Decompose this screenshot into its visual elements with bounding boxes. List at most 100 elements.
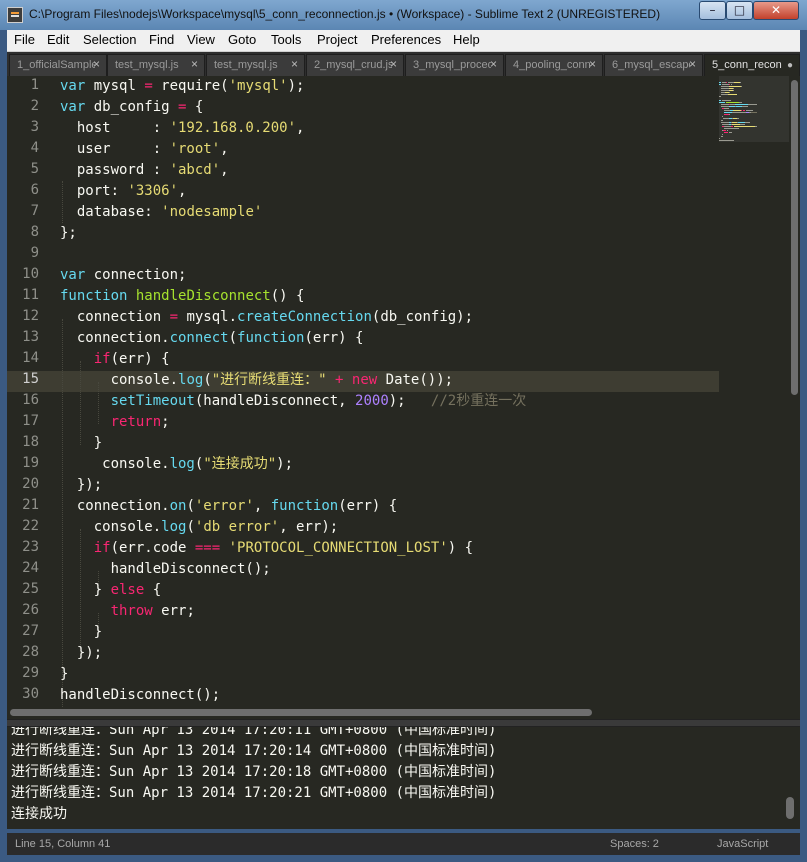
minimap-line	[720, 88, 729, 89]
title-bar[interactable]: C:\Program Files\nodejs\Workspace\mysql\…	[0, 0, 807, 30]
minimap-line	[719, 138, 720, 139]
minimap-line	[729, 92, 731, 93]
menu-selection[interactable]: Selection	[83, 32, 136, 47]
code-line: };	[60, 223, 77, 244]
code-token: log	[178, 372, 204, 388]
menu-project[interactable]: Project	[317, 32, 357, 47]
minimap-line	[733, 90, 735, 91]
tab-close-icon[interactable]: ×	[390, 57, 397, 71]
minimap[interactable]	[719, 82, 783, 142]
menu-preferences[interactable]: Preferences	[371, 32, 441, 47]
vertical-scrollbar-thumb[interactable]	[791, 80, 798, 395]
code-token: var	[60, 267, 86, 283]
code-token: }	[60, 666, 69, 682]
code-token: (db_config);	[371, 309, 474, 325]
code-area[interactable]: var mysql = require('mysql'); var db_conf…	[60, 76, 720, 719]
code-token: var	[60, 99, 86, 115]
code-editor[interactable]: 1 2 3 4 5 6 7 8 9 10 11 12 13 14 15 16 17 18 19 20 21 22 23 24 2…	[7, 76, 800, 719]
output-console[interactable]: 进行断线重连：Sun Apr 13 2014 17:20:11 GMT+0800…	[7, 727, 800, 829]
tab-1-officialsample[interactable]: 1_officialSample.js ×	[9, 54, 107, 76]
tab-close-icon[interactable]: ×	[291, 57, 298, 71]
code-line: return;	[60, 412, 170, 433]
tab-test-mysql[interactable]: test_mysql.js ×	[107, 54, 205, 76]
sublime-app-icon[interactable]	[7, 7, 23, 23]
line-number: 22	[22, 518, 39, 534]
minimap-line	[751, 112, 758, 113]
tab-6-mysql-escape[interactable]: 6_mysql_escape.js ×	[604, 54, 703, 76]
panel-splitter[interactable]	[7, 719, 800, 727]
minimap-line	[719, 140, 735, 141]
line-number: 5	[30, 161, 39, 177]
tab-2-mysql-crud[interactable]: 2_mysql_crud.js ×	[306, 54, 404, 76]
line-number: 4	[30, 140, 39, 156]
horizontal-scrollbar-thumb[interactable]	[10, 709, 592, 716]
maximize-button[interactable]: □	[726, 1, 753, 20]
tab-close-icon[interactable]: ×	[490, 57, 497, 71]
tab-test-mysql-2[interactable]: test_mysql.js ×	[206, 54, 305, 76]
minimap-line	[728, 132, 732, 133]
minimap-line	[727, 130, 728, 131]
menu-find[interactable]: Find	[149, 32, 174, 47]
code-token: {	[186, 99, 204, 115]
tab-close-icon[interactable]: ×	[93, 57, 100, 71]
minimap-line	[719, 82, 722, 83]
code-token: 'error'	[194, 498, 254, 514]
console-scrollbar-thumb[interactable]	[786, 797, 794, 819]
tab-close-icon[interactable]: ×	[689, 57, 696, 71]
line-number: 27	[22, 623, 39, 639]
menu-tools[interactable]: Tools	[271, 32, 301, 47]
minimap-line	[747, 104, 758, 105]
line-number: 15	[22, 371, 39, 387]
menu-goto[interactable]: Goto	[228, 32, 256, 47]
close-window-button[interactable]: ✕	[753, 1, 799, 20]
code-line: });	[60, 475, 102, 496]
minimap-line	[719, 96, 721, 97]
line-number: 9	[30, 245, 39, 261]
code-token: function	[270, 498, 339, 514]
code-token: }	[60, 624, 103, 640]
unsaved-dot-icon[interactable]: ●	[787, 60, 793, 71]
code-token: , err);	[279, 519, 339, 535]
tab-4-pooling-connections[interactable]: 4_pooling_connections.js ×	[505, 54, 603, 76]
tab-close-icon[interactable]: ×	[191, 57, 198, 71]
line-number: 14	[22, 350, 39, 366]
minimap-line	[734, 126, 755, 127]
line-number: 23	[22, 539, 39, 555]
minimap-line	[719, 102, 726, 103]
code-token: );	[276, 456, 294, 472]
minimap-line	[739, 124, 746, 125]
menu-help[interactable]: Help	[453, 32, 480, 47]
code-line: function handleDisconnect() {	[60, 286, 304, 307]
tab-label: 2_mysql_crud.js	[314, 59, 392, 71]
code-token: connection	[60, 309, 170, 325]
indentation-setting[interactable]: Spaces: 2	[610, 838, 659, 850]
tab-3-mysql-procedure[interactable]: 3_mysql_procedure.js ×	[405, 54, 504, 76]
code-token: ;	[161, 414, 170, 430]
tab-5-conn-reconnection[interactable]: 5_conn_reconnection.js ●	[704, 54, 800, 76]
tab-close-icon[interactable]: ×	[589, 57, 596, 71]
cursor-position: Line 15, Column 41	[15, 838, 111, 850]
menu-view[interactable]: View	[187, 32, 215, 47]
code-token: "连接成功"	[203, 456, 277, 472]
minimize-button[interactable]: –	[699, 1, 726, 20]
code-line: connection = mysql.createConnection(db_c…	[60, 307, 473, 328]
line-number: 12	[22, 308, 39, 324]
code-line: password : 'abcd',	[60, 160, 229, 181]
vertical-scrollbar[interactable]	[789, 76, 800, 709]
menu-file[interactable]: File	[14, 32, 35, 47]
code-token: (	[203, 372, 212, 388]
menu-edit[interactable]: Edit	[47, 32, 69, 47]
minimap-line	[731, 112, 747, 113]
minimap-line	[723, 126, 731, 127]
minimap-line	[720, 90, 729, 91]
tab-label: test_mysql.js	[214, 59, 278, 71]
code-token: port:	[60, 183, 128, 199]
syntax-mode[interactable]: JavaScript	[717, 838, 768, 850]
minimap-line	[720, 86, 729, 87]
minimap-line	[720, 136, 723, 137]
horizontal-scrollbar[interactable]	[7, 706, 789, 717]
minimap-line	[720, 104, 729, 105]
console-line: 进行断线重连：Sun Apr 13 2014 17:20:11 GMT+0800…	[11, 727, 497, 738]
code-token: err;	[152, 603, 195, 619]
